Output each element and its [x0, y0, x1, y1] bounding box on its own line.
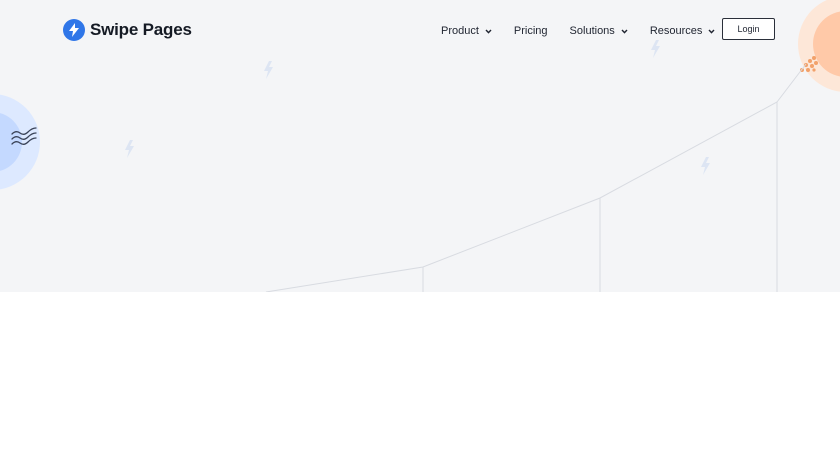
login-button[interactable]: Login	[722, 18, 775, 40]
nav-item-resources[interactable]: Resources	[650, 25, 716, 37]
nav-item-label: Resources	[649, 25, 703, 37]
chevron-down-icon	[621, 29, 628, 34]
lightning-bolt-icon	[63, 19, 85, 41]
nav-item-label: Pricing	[513, 25, 548, 37]
brand-name: Swipe Pages	[90, 20, 192, 39]
nav-item-product[interactable]: Product	[441, 25, 492, 37]
main-nav: Product Pricing Solutions Resources	[441, 22, 715, 40]
hero-section: Swipe Pages Product Pricing Solutions Re…	[0, 0, 840, 292]
lightning-bolt-icon	[701, 157, 710, 175]
nav-item-label: Solutions	[569, 25, 615, 37]
chevron-down-icon	[485, 29, 492, 34]
nav-item-solutions[interactable]: Solutions	[570, 25, 628, 37]
chevron-down-icon	[708, 29, 715, 34]
brand-logo[interactable]: Swipe Pages	[63, 18, 192, 42]
growth-line-decoration	[265, 63, 807, 292]
lightning-bolt-icon	[125, 140, 134, 158]
site-header: Swipe Pages Product Pricing Solutions Re…	[0, 0, 840, 60]
nav-item-label: Product	[441, 25, 479, 37]
left-circle-decoration	[0, 94, 40, 190]
lightning-bolt-icon	[264, 61, 273, 79]
nav-item-pricing[interactable]: Pricing	[514, 25, 548, 37]
content-area	[0, 292, 840, 472]
